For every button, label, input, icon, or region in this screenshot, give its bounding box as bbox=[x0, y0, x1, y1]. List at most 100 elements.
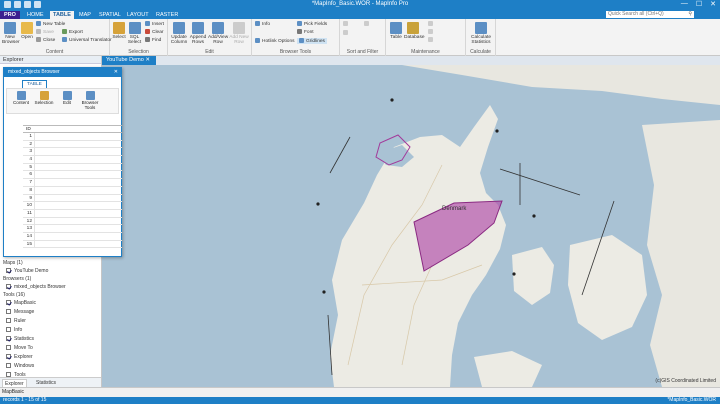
point-feature-1[interactable] bbox=[390, 98, 394, 102]
pick-fields-button[interactable]: Pick Fields bbox=[297, 21, 327, 27]
tab-home[interactable]: HOME bbox=[24, 11, 47, 19]
grid-header-id[interactable]: ID bbox=[23, 126, 122, 133]
explorer-browser-item[interactable]: mixed_objects Browser bbox=[6, 284, 66, 290]
tool-item[interactable]: Move To bbox=[6, 345, 33, 351]
info-button[interactable]: Info bbox=[255, 21, 270, 27]
map-view[interactable]: Denmark (c)GIS Coordinated Limited bbox=[102, 65, 720, 387]
add-new-row-button[interactable]: Add New Row bbox=[229, 22, 249, 45]
font-button[interactable]: Font bbox=[297, 29, 314, 35]
tab-youtube-demo[interactable]: YouTube Demo ✕ bbox=[102, 56, 156, 65]
universal-translator-button[interactable]: Universal Translator bbox=[62, 37, 112, 43]
gridlines-button[interactable]: Gridlines bbox=[297, 38, 327, 44]
sort-desc-icon[interactable] bbox=[364, 21, 371, 27]
browser-close-icon[interactable]: ✕ bbox=[114, 68, 118, 77]
table-row[interactable]: 8 bbox=[23, 186, 122, 195]
tool-item[interactable]: Message bbox=[6, 309, 34, 315]
table-row[interactable]: 5 bbox=[23, 163, 122, 172]
point-feature-4[interactable] bbox=[532, 214, 536, 218]
tool-item[interactable]: MapBasic bbox=[6, 300, 36, 306]
update-column-button[interactable]: Update Column bbox=[170, 22, 188, 45]
tool-checkbox[interactable] bbox=[6, 363, 11, 369]
browser-window[interactable]: mixed_objects Browser ✕ TABLE Content Se… bbox=[3, 67, 122, 257]
explorer-tools-section[interactable]: Tools (16) bbox=[3, 292, 25, 298]
save-button[interactable]: Save bbox=[36, 29, 54, 35]
tab-spatial[interactable]: SPATIAL bbox=[96, 11, 124, 19]
sql-select-button[interactable]: SQL Select bbox=[127, 22, 142, 45]
row-cell[interactable] bbox=[34, 156, 35, 163]
row-cell[interactable] bbox=[34, 217, 35, 225]
table-row[interactable]: 15 bbox=[23, 240, 122, 249]
maintenance-option-1[interactable] bbox=[428, 21, 435, 27]
explorer-browsers-section[interactable]: Browsers (1) bbox=[3, 276, 31, 282]
database-button[interactable]: Database bbox=[404, 22, 425, 40]
tool-checkbox[interactable] bbox=[6, 336, 11, 342]
calculate-statistics-button[interactable]: Calculate Statistics bbox=[468, 22, 494, 45]
row-cell[interactable] bbox=[34, 179, 35, 186]
new-table-button[interactable]: New Table bbox=[36, 21, 65, 27]
browser-titlebar[interactable]: mixed_objects Browser ✕ bbox=[4, 68, 121, 77]
tab-statistics[interactable]: Statistics bbox=[34, 379, 58, 387]
tool-checkbox[interactable] bbox=[6, 345, 11, 351]
tool-item[interactable]: Explorer bbox=[6, 354, 33, 360]
table-row[interactable]: 1 bbox=[23, 133, 122, 141]
clear-button[interactable]: Clear bbox=[145, 29, 163, 35]
quick-search-input[interactable]: Quick Search all (Ctrl+Q) ⚲ bbox=[606, 11, 694, 18]
hotlink-options-button[interactable]: Hotlink Options bbox=[255, 38, 295, 44]
tab-raster[interactable]: RASTER bbox=[153, 11, 181, 19]
mapbasic-tab[interactable]: MapBasic bbox=[2, 389, 24, 395]
minimize-button[interactable]: — bbox=[681, 0, 688, 8]
browser-grid[interactable]: ID 1 2 3 4 5 6 7 8 9 10 11 12 13 14 15 bbox=[23, 125, 122, 253]
maintenance-option-2[interactable] bbox=[428, 29, 435, 35]
open-button[interactable]: Open bbox=[20, 22, 34, 40]
browser-tab-table[interactable]: TABLE bbox=[22, 80, 47, 88]
table-maintenance-button[interactable]: Table bbox=[389, 22, 403, 40]
table-row[interactable]: 14 bbox=[23, 232, 122, 241]
table-row[interactable]: 12 bbox=[23, 217, 122, 226]
tool-checkbox[interactable] bbox=[6, 318, 11, 324]
table-row[interactable]: 9 bbox=[23, 194, 122, 203]
find-button[interactable]: Find bbox=[145, 37, 161, 43]
row-cell[interactable] bbox=[34, 133, 35, 140]
browser-tools-button[interactable]: Browser Tools bbox=[79, 91, 101, 111]
browser-edit-button[interactable]: Edit bbox=[56, 91, 78, 106]
browser-content-button[interactable]: Content bbox=[10, 91, 32, 106]
maintenance-option-3[interactable] bbox=[428, 37, 435, 43]
new-browser-button[interactable]: New Browser bbox=[2, 22, 20, 45]
row-cell[interactable] bbox=[34, 202, 35, 209]
table-row[interactable]: 3 bbox=[23, 148, 122, 157]
table-row[interactable]: 4 bbox=[23, 156, 122, 164]
row-cell[interactable] bbox=[34, 194, 35, 202]
tool-checkbox[interactable] bbox=[6, 354, 11, 360]
tab-table[interactable]: TABLE bbox=[50, 11, 74, 19]
tool-checkbox[interactable] bbox=[6, 327, 11, 333]
row-cell[interactable] bbox=[34, 240, 35, 248]
tool-checkbox[interactable] bbox=[6, 300, 11, 306]
table-row[interactable]: 7 bbox=[23, 179, 122, 187]
point-feature-3[interactable] bbox=[316, 202, 320, 206]
row-cell[interactable] bbox=[34, 171, 35, 179]
sort-icon[interactable] bbox=[343, 21, 350, 27]
row-cell[interactable] bbox=[34, 232, 35, 240]
table-row[interactable]: 11 bbox=[23, 209, 122, 218]
filter-icon[interactable] bbox=[343, 30, 350, 36]
select-button[interactable]: Select bbox=[112, 22, 126, 40]
table-row[interactable]: 10 bbox=[23, 202, 122, 210]
map-checkbox[interactable] bbox=[6, 268, 11, 274]
tool-item[interactable]: Windows bbox=[6, 363, 34, 369]
row-cell[interactable] bbox=[34, 209, 35, 217]
tab-map[interactable]: MAP bbox=[76, 11, 94, 19]
point-feature-6[interactable] bbox=[322, 290, 326, 294]
tool-item[interactable]: Statistics bbox=[6, 336, 34, 342]
maximize-button[interactable]: ☐ bbox=[696, 0, 702, 8]
tool-checkbox[interactable] bbox=[6, 309, 11, 315]
tool-item[interactable]: Info bbox=[6, 327, 22, 333]
close-button[interactable]: ✕ bbox=[710, 0, 716, 8]
close-table-button[interactable]: Close bbox=[36, 37, 55, 43]
tool-item[interactable]: Ruler bbox=[6, 318, 26, 324]
table-row[interactable]: 13 bbox=[23, 225, 122, 233]
point-feature-2[interactable] bbox=[495, 129, 499, 133]
row-cell[interactable] bbox=[34, 186, 35, 194]
row-cell[interactable] bbox=[34, 225, 35, 232]
export-button[interactable]: Export bbox=[62, 29, 83, 35]
browser-selection-button[interactable]: Selection bbox=[33, 91, 55, 106]
